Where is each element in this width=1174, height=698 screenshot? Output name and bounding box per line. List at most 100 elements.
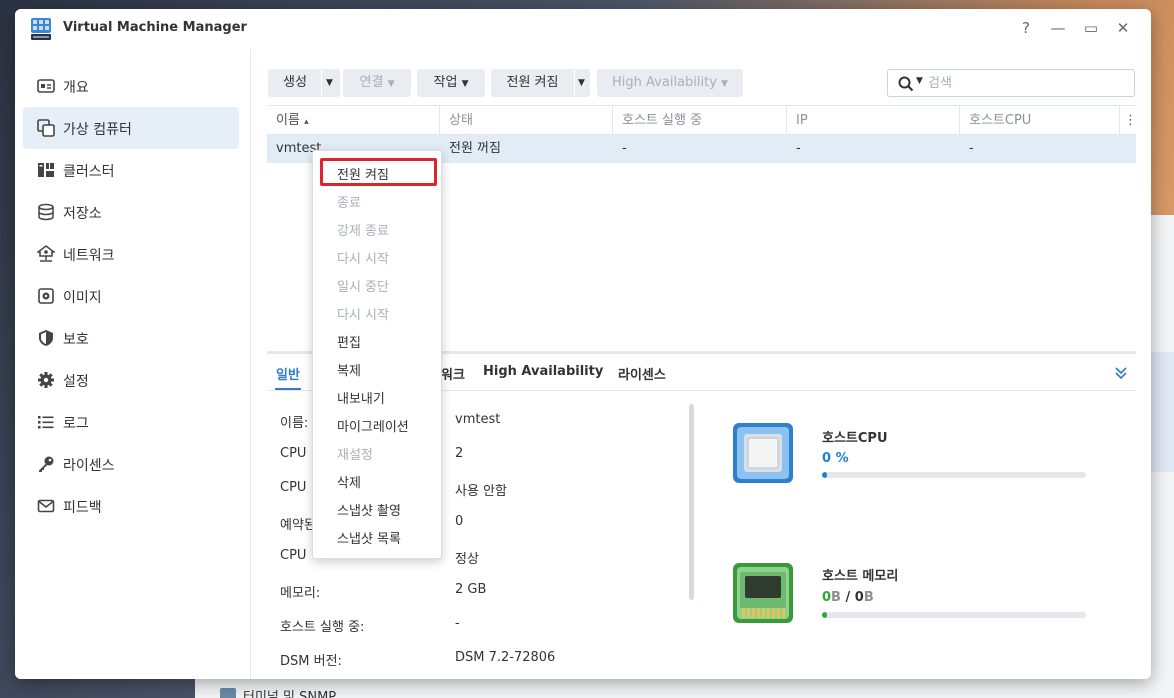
sidebar-item-storage[interactable]: 저장소 bbox=[23, 191, 239, 233]
sidebar-item-label: 저장소 bbox=[63, 206, 102, 222]
connect-button[interactable]: 연결 ▼ bbox=[343, 69, 411, 97]
column-header-name[interactable]: 이름 ▴ bbox=[267, 106, 440, 135]
help-button[interactable]: ? bbox=[1016, 18, 1036, 38]
column-header-host[interactable]: 호스트 실행 중 bbox=[613, 106, 787, 135]
sidebar-item-label: 설정 bbox=[63, 374, 89, 390]
high-availability-button[interactable]: High Availability ▼ bbox=[597, 69, 743, 97]
menu-item-edit[interactable]: 편집 bbox=[337, 332, 361, 351]
column-header-status[interactable]: 상태 bbox=[440, 106, 613, 135]
column-header-ip[interactable]: IP bbox=[787, 106, 960, 135]
chevron-down-icon: ▼ bbox=[721, 79, 728, 89]
detail-label: CPU bbox=[280, 480, 307, 495]
chevron-down-icon[interactable]: ▼ bbox=[326, 69, 333, 97]
menu-item-restart[interactable]: 다시 시작 bbox=[337, 248, 389, 267]
menu-item-force-shutdown[interactable]: 강제 종료 bbox=[337, 220, 389, 239]
menu-item-clone[interactable]: 복제 bbox=[337, 360, 361, 379]
image-icon bbox=[38, 288, 54, 304]
menu-item-resume[interactable]: 다시 시작 bbox=[337, 304, 389, 323]
menu-item-reset[interactable]: 재설정 bbox=[337, 444, 373, 463]
column-menu-icon[interactable]: ⋮ bbox=[1120, 106, 1137, 135]
maximize-button[interactable]: ▭ bbox=[1081, 18, 1101, 38]
detail-label: DSM 버전: bbox=[280, 654, 342, 669]
sidebar-item-label: 이미지 bbox=[63, 290, 102, 306]
cpu-icon bbox=[733, 423, 793, 483]
vm-cpu-cell: - bbox=[969, 141, 974, 156]
virtual-machine-icon bbox=[37, 119, 55, 137]
sidebar-item-image[interactable]: 이미지 bbox=[23, 275, 239, 317]
detail-value: DSM 7.2-72806 bbox=[455, 650, 556, 665]
column-header-host-cpu[interactable]: 호스트CPU bbox=[960, 106, 1120, 135]
high-availability-button-label: High Availability bbox=[612, 75, 717, 90]
host-memory-title: 호스트 메모리 bbox=[822, 569, 899, 584]
host-cpu-bar bbox=[822, 472, 1086, 478]
power-on-button[interactable]: 전원 켜짐 ▼ bbox=[491, 69, 590, 97]
sidebar-item-settings[interactable]: 설정 bbox=[23, 359, 239, 401]
host-cpu-title: 호스트CPU bbox=[822, 431, 888, 446]
detail-label: 호스트 실행 중: bbox=[280, 620, 365, 635]
detail-value: 2 GB bbox=[455, 582, 487, 597]
menu-item-power-on[interactable]: 전원 켜짐 bbox=[337, 164, 389, 183]
detail-label: 메모리: bbox=[280, 586, 321, 601]
tab-general[interactable]: 일반 bbox=[276, 364, 300, 383]
background-item-terminal[interactable]: 터미널 및 SNMP bbox=[243, 686, 336, 698]
menu-item-snapshot-list[interactable]: 스냅샷 목록 bbox=[337, 528, 401, 547]
menu-item-migrate[interactable]: 마이그레이션 bbox=[337, 416, 409, 435]
menu-item-export[interactable]: 내보내기 bbox=[337, 388, 385, 407]
search-icon[interactable] bbox=[898, 76, 914, 92]
gear-icon bbox=[38, 372, 54, 388]
overview-icon bbox=[37, 79, 55, 93]
menu-item-shutdown[interactable]: 종료 bbox=[337, 192, 361, 211]
detail-label: 예약된 bbox=[280, 518, 316, 533]
sidebar-item-label: 보호 bbox=[63, 332, 89, 348]
create-button[interactable]: 생성 ▼ bbox=[268, 69, 340, 97]
search-box[interactable]: ▼ bbox=[887, 69, 1135, 97]
chevron-down-icon[interactable]: ▼ bbox=[916, 76, 923, 86]
host-cpu-value: 0 % bbox=[822, 451, 849, 466]
background-window-bottom: 터미널 및 SNMP bbox=[195, 678, 1174, 698]
tab-network[interactable]: 워크 bbox=[441, 364, 465, 383]
collapse-chevron-icon[interactable] bbox=[1114, 366, 1128, 380]
sidebar-item-label: 피드백 bbox=[63, 500, 102, 516]
minimize-button[interactable]: — bbox=[1048, 18, 1068, 38]
vm-table-header: 이름 ▴ 상태 호스트 실행 중 IP 호스트CPU ⋮ bbox=[267, 105, 1137, 135]
background-window-right bbox=[1148, 215, 1174, 698]
host-cpu-bar-fill bbox=[822, 472, 828, 478]
key-icon bbox=[39, 456, 54, 472]
detail-value: 0 bbox=[455, 514, 464, 529]
sidebar-item-feedback[interactable]: 피드백 bbox=[23, 485, 239, 527]
sidebar-item-network[interactable]: 네트워크 bbox=[23, 233, 239, 275]
sidebar-item-virtual-machine[interactable]: 가상 컴퓨터 bbox=[23, 107, 239, 149]
menu-item-delete[interactable]: 삭제 bbox=[337, 472, 361, 491]
menu-item-take-snapshot[interactable]: 스냅샷 촬영 bbox=[337, 500, 401, 519]
network-icon bbox=[37, 245, 55, 262]
close-button[interactable]: ✕ bbox=[1113, 18, 1133, 38]
sort-ascending-icon: ▴ bbox=[304, 117, 309, 127]
chevron-down-icon: ▼ bbox=[461, 79, 469, 89]
window-title: Virtual Machine Manager bbox=[63, 20, 247, 35]
action-button[interactable]: 작업 ▼ bbox=[417, 69, 485, 97]
tab-high-availability[interactable]: High Availability bbox=[483, 364, 603, 379]
sidebar-item-log[interactable]: 로그 bbox=[23, 401, 239, 443]
chevron-down-icon[interactable]: ▼ bbox=[578, 69, 585, 97]
cluster-icon bbox=[38, 163, 54, 177]
action-button-label: 작업 bbox=[433, 75, 458, 90]
sidebar-item-label: 가상 컴퓨터 bbox=[63, 122, 132, 138]
detail-label: 이름: bbox=[280, 416, 309, 431]
sidebar-item-label: 클러스터 bbox=[63, 164, 115, 180]
sidebar: 개요 가상 컴퓨터 클러스터 저장소 네트워크 이미지 보호 설정 로그 라이센… bbox=[15, 49, 251, 679]
sidebar-item-protection[interactable]: 보호 bbox=[23, 317, 239, 359]
sidebar-item-license[interactable]: 라이센스 bbox=[23, 443, 239, 485]
menu-item-suspend[interactable]: 일시 중단 bbox=[337, 276, 389, 295]
log-icon bbox=[38, 416, 54, 429]
tab-license[interactable]: 라이센스 bbox=[618, 364, 666, 383]
vm-status-cell: 전원 꺼짐 bbox=[449, 141, 501, 156]
search-input[interactable] bbox=[928, 73, 1128, 93]
detail-scrollbar[interactable] bbox=[689, 404, 694, 600]
sidebar-item-overview[interactable]: 개요 bbox=[23, 65, 239, 107]
sidebar-item-cluster[interactable]: 클러스터 bbox=[23, 149, 239, 191]
vm-host-cell: - bbox=[622, 141, 627, 156]
detail-value: 정상 bbox=[455, 552, 479, 567]
detail-label: CPU bbox=[280, 446, 307, 461]
title-bar[interactable]: Virtual Machine Manager ? — ▭ ✕ bbox=[15, 9, 1151, 49]
chevron-down-icon: ▼ bbox=[387, 79, 395, 89]
